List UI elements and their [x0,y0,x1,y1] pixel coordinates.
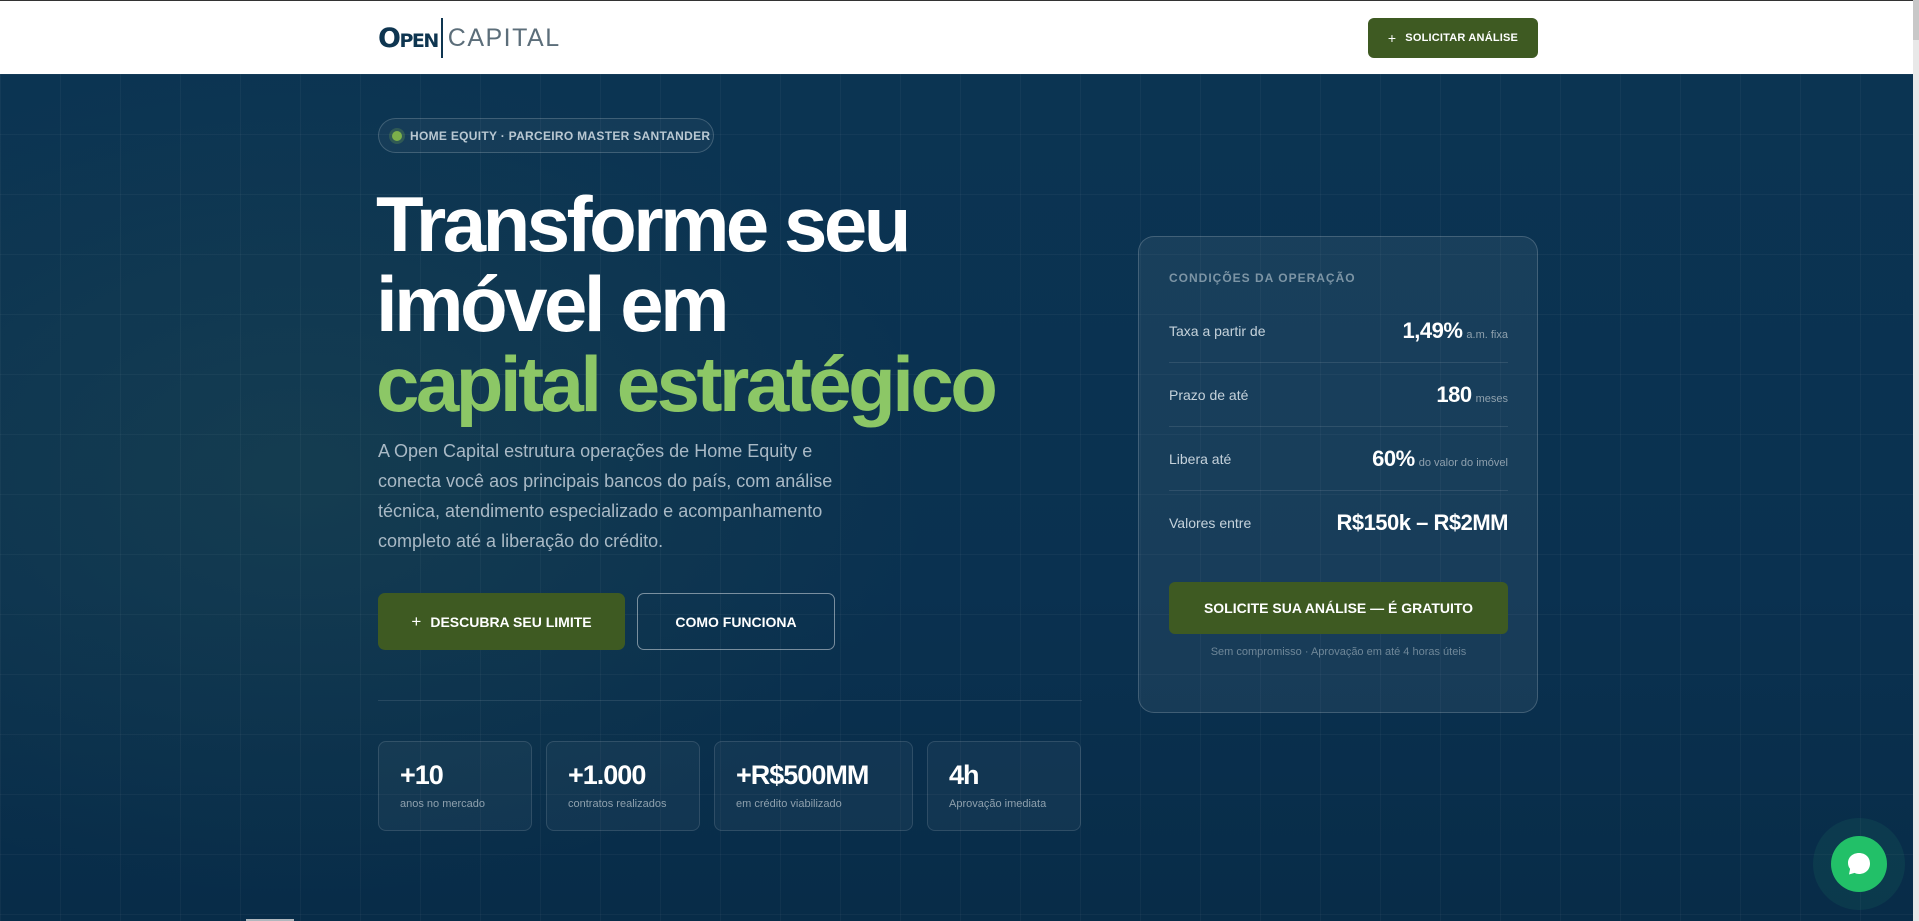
stat-value: +10 [400,760,444,790]
condition-label: Libera até [1169,450,1232,467]
stat-label: Aprovação imediata [949,798,1047,810]
stat-card-credit: +R$500MM em crédito viabilizado [714,741,913,831]
partner-badge: HOME EQUITY · PARCEIRO MASTER SANTANDER [378,118,714,153]
stat-card-approval: 4h Aprovação imediata [927,741,1081,831]
condition-value-number: R$150k – R$2MM [1336,510,1508,535]
how-it-works-label: COMO FUNCIONA [675,613,797,630]
request-analysis-button[interactable]: + SOLICITAR ANÁLISE [1368,18,1538,58]
hero-title: Transforme seu imóvel em capital estraté… [376,180,998,428]
discover-limit-button[interactable]: + DESCUBRA SEU LIMITE [378,593,625,650]
how-it-works-button[interactable]: COMO FUNCIONA [637,593,835,650]
hero-description: A Open Capital estrutura operações de Ho… [378,441,833,551]
logo-capital-text: CAPITAL [447,23,561,52]
condition-value: 1,49% a.m. fixa [1403,318,1508,344]
chat-widget[interactable] [1813,818,1905,910]
stat-label: em crédito viabilizado [736,798,842,810]
open-capital-logo[interactable]: Open CAPITAL [378,18,561,58]
chat-button[interactable] [1831,836,1887,892]
hero-title-line-3: capital estratégico [376,340,998,428]
status-dot-icon [392,130,402,141]
logo-open-text: Open [378,22,439,54]
condition-row-ltv: Libera até 60% do valor do imóvel [1169,427,1508,491]
stat-card-years: +10 anos no mercado [378,741,532,831]
chat-bubble-icon [1848,853,1870,875]
top-navbar: Open CAPITAL + SOLICITAR ANÁLISE [0,0,1919,74]
condition-row-amounts: Valores entre R$150k – R$2MM [1169,491,1508,555]
condition-unit: meses [1475,392,1508,405]
stat-value: 4h [949,760,980,790]
condition-label: Prazo de até [1169,386,1249,403]
hero-title-line-2: imóvel em [376,260,730,348]
hero-section: HOME EQUITY · PARCEIRO MASTER SANTANDER … [0,74,1919,921]
condition-label: Valores entre [1169,515,1252,531]
condition-row-rate: Taxa a partir de 1,49% a.m. fixa [1169,299,1508,363]
conditions-note: Sem compromisso · Aprovação em até 4 hor… [1210,646,1467,658]
condition-label: Taxa a partir de [1169,322,1266,339]
conditions-card: CONDIÇÕES DA OPERAÇÃO Taxa a partir de 1… [1138,236,1538,713]
condition-value: R$150k – R$2MM [1336,510,1508,536]
plus-icon: + [411,611,422,631]
page-scrollbar[interactable] [1913,0,1919,921]
condition-value: 180 meses [1436,382,1508,408]
hero-divider [378,700,1082,701]
stat-value: +1.000 [568,760,646,790]
logo-separator [440,18,443,58]
condition-row-term: Prazo de até 180 meses [1169,363,1508,427]
condition-value-number: 1,49% [1402,317,1463,343]
stat-card-contracts: +1.000 contratos realizados [546,741,700,831]
condition-value: 60% do valor do imóvel [1372,446,1508,472]
scrollbar-thumb[interactable] [1913,0,1919,40]
stat-label: anos no mercado [400,798,485,810]
plus-icon: + [1387,30,1397,46]
conditions-title: CONDIÇÕES DA OPERAÇÃO [1169,271,1356,285]
condition-value-number: 60% [1372,445,1415,471]
stat-value: +R$500MM [736,760,869,790]
condition-value-number: 180 [1436,381,1472,407]
stat-label: contratos realizados [568,798,667,810]
hero-title-line-1: Transforme seu [376,180,911,268]
request-analysis-label: SOLICITAR ANÁLISE [1405,32,1519,44]
partner-badge-text: HOME EQUITY · PARCEIRO MASTER SANTANDER [410,128,711,143]
request-free-analysis-button[interactable]: SOLICITE SUA ANÁLISE — É GRATUITO [1169,582,1508,634]
condition-unit: do valor do imóvel [1418,456,1508,469]
discover-limit-label: DESCUBRA SEU LIMITE [430,613,592,630]
condition-unit: a.m. fixa [1466,328,1508,341]
